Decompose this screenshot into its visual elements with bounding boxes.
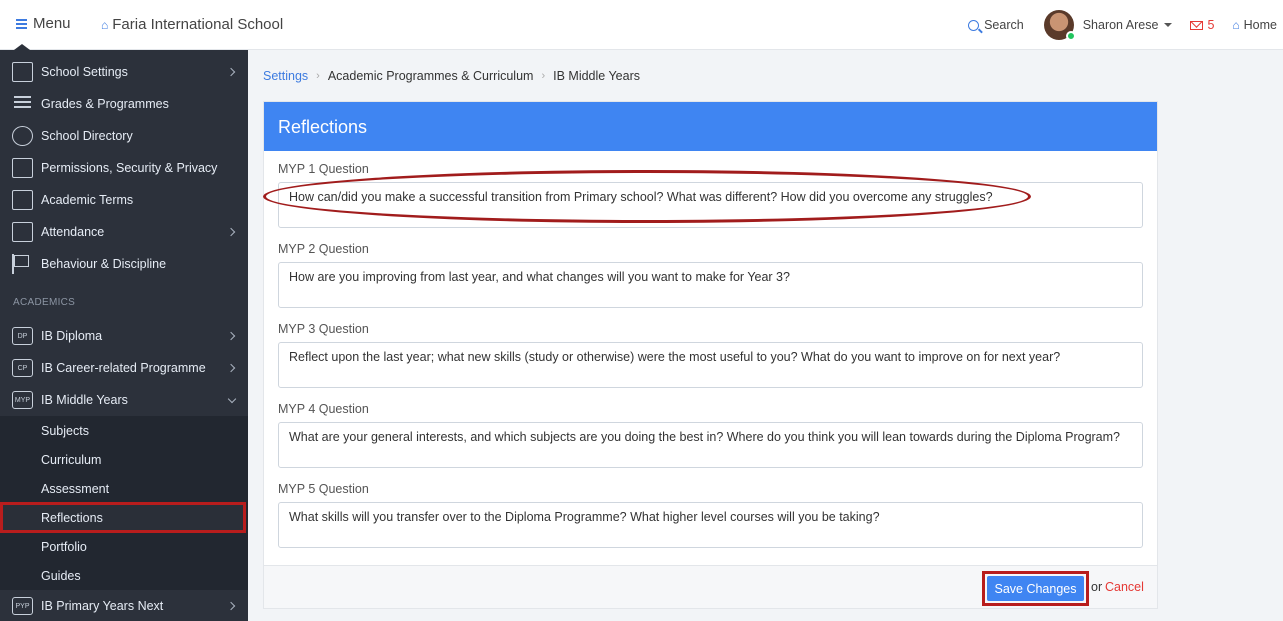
envelope-icon [1190, 20, 1204, 30]
breadcrumb-settings-link[interactable]: Settings [263, 69, 308, 83]
messages-button[interactable]: 5 [1190, 18, 1214, 32]
submenu-item-label: Assessment [41, 481, 110, 496]
myp2-question-label: MYP 2 Question [278, 242, 369, 256]
submenu-item-label: Portfolio [41, 539, 87, 554]
home-label: Home [1243, 18, 1277, 32]
myp4-question-label: MYP 4 Question [278, 402, 369, 416]
sidebar-item-behaviour[interactable]: Behaviour & Discipline [0, 248, 248, 280]
sidebar-item-school-directory[interactable]: School Directory [0, 120, 248, 152]
sidebar-item-school-settings[interactable]: School Settings [0, 56, 248, 88]
sidebar-item-academic-terms[interactable]: Academic Terms [0, 184, 248, 216]
breadcrumb-current: IB Middle Years [553, 69, 640, 83]
submenu-item-label: Reflections [41, 510, 103, 525]
myp2-question-field[interactable]: How are you improving from last year, an… [278, 262, 1143, 308]
top-bar: Menu ⌂ Faria International School Search… [0, 0, 1283, 50]
chevron-right-icon [226, 227, 236, 237]
avatar [1043, 10, 1076, 41]
page-title: Reflections [278, 117, 368, 137]
flag-icon [12, 254, 33, 274]
search-label: Search [984, 18, 1024, 32]
myp3-question-label: MYP 3 Question [278, 322, 369, 336]
chevron-right-icon [226, 331, 236, 341]
myp5-question-label: MYP 5 Question [278, 482, 369, 496]
panel-footer: Save Changes or Cancel [264, 565, 1157, 608]
chevron-down-icon [227, 394, 237, 403]
myp3-question-field[interactable]: Reflect upon the last year; what new ski… [278, 342, 1143, 388]
sidebar-item-label: Behaviour & Discipline [41, 257, 167, 271]
search-icon [968, 19, 980, 31]
sidebar-item-label: Grades & Programmes [41, 97, 169, 111]
calendar-clock-icon [12, 222, 33, 242]
dp-tag-icon: DP [12, 327, 33, 345]
sidebar-item-label: Academic Terms [41, 193, 134, 207]
sidebar-item-label: Permissions, Security & Privacy [41, 161, 218, 175]
submenu-item-reflections[interactable]: Reflections [0, 502, 246, 533]
lock-icon [12, 158, 33, 178]
bank-icon [12, 62, 33, 82]
menu-label: Menu [33, 15, 71, 32]
chevron-right-icon [226, 363, 236, 373]
sidebar-item-label: School Directory [41, 129, 133, 143]
sidebar-item-grades-programmes[interactable]: Grades & Programmes [0, 88, 248, 120]
cancel-link[interactable]: Cancel [1105, 580, 1144, 594]
chevron-down-icon [1164, 23, 1173, 27]
sidebar-item-ib-diploma[interactable]: DP IB Diploma [0, 320, 248, 352]
sidebar-item-ib-career[interactable]: CP IB Career-related Programme [0, 352, 248, 384]
or-text: or [1091, 580, 1103, 594]
sidebar-section-label: ACADEMICS [13, 297, 76, 308]
pyp-tag-icon: PYP [12, 597, 33, 615]
submenu-item-assessment[interactable]: Assessment [0, 474, 248, 503]
save-button-highlight: Save Changes [982, 571, 1089, 606]
search-button[interactable]: Search [968, 18, 1024, 32]
myp1-question-label: MYP 1 Question [278, 162, 369, 176]
sidebar-item-ib-primary-years[interactable]: PYP IB Primary Years Next [0, 590, 248, 621]
sidebar-item-label: Attendance [41, 225, 105, 239]
home-button[interactable]: ⌂ Home [1232, 18, 1277, 32]
mail-count: 5 [1207, 18, 1215, 32]
myp4-question-field[interactable]: What are your general interests, and whi… [278, 422, 1143, 468]
sidebar-item-label: IB Diploma [41, 329, 103, 343]
submenu-item-curriculum[interactable]: Curriculum [0, 445, 248, 474]
home-icon: ⌂ [101, 17, 109, 32]
breadcrumb-programmes: Academic Programmes & Curriculum [327, 69, 534, 83]
menu-button[interactable]: Menu [16, 15, 71, 32]
breadcrumb: Settings › Academic Programmes & Curricu… [263, 69, 640, 83]
sidebar-item-label: IB Career-related Programme [41, 361, 206, 375]
chevron-right-icon [226, 601, 236, 611]
chevron-right-icon: › [316, 70, 320, 82]
myp1-question-field[interactable]: How can/did you make a successful transi… [278, 182, 1143, 228]
sidebar-item-permissions[interactable]: Permissions, Security & Privacy [0, 152, 248, 184]
home-icon: ⌂ [1232, 18, 1240, 32]
cp-tag-icon: CP [12, 359, 33, 377]
submenu-item-subjects[interactable]: Subjects [0, 416, 248, 445]
sidebar: School Settings Grades & Programmes Scho… [0, 50, 248, 621]
sidebar-item-label: IB Middle Years [41, 393, 128, 407]
panel-header: Reflections [264, 102, 1157, 151]
submenu-item-portfolio[interactable]: Portfolio [0, 532, 248, 561]
submenu-item-guides[interactable]: Guides [0, 561, 248, 590]
chevron-right-icon: › [541, 70, 546, 82]
myp5-question-field[interactable]: What skills will you transfer over to th… [278, 502, 1143, 548]
reflections-panel: Reflections MYP 1 Question How can/did y… [263, 101, 1158, 609]
online-status-icon [1065, 31, 1076, 41]
sidebar-item-label: School Settings [41, 65, 128, 79]
sidebar-item-label: IB Primary Years Next [41, 599, 164, 613]
calendar-icon [12, 190, 33, 210]
user-name: Sharon Arese [1082, 18, 1159, 32]
hamburger-icon [16, 18, 27, 29]
school-name: Faria International School [112, 16, 284, 33]
list-icon [12, 94, 33, 114]
users-icon [12, 126, 33, 146]
sidebar-item-attendance[interactable]: Attendance [0, 216, 248, 248]
user-menu[interactable]: Sharon Arese [1043, 10, 1173, 41]
myp-tag-icon: MYP [12, 391, 33, 409]
chevron-right-icon [226, 67, 236, 77]
sidebar-item-ib-middle-years[interactable]: MYP IB Middle Years [0, 384, 248, 416]
save-changes-button[interactable]: Save Changes [987, 576, 1084, 601]
school-link[interactable]: ⌂ Faria International School [101, 16, 283, 33]
submenu-item-label: Subjects [41, 423, 89, 438]
submenu-item-label: Curriculum [41, 452, 102, 467]
submenu-item-label: Guides [41, 568, 81, 583]
